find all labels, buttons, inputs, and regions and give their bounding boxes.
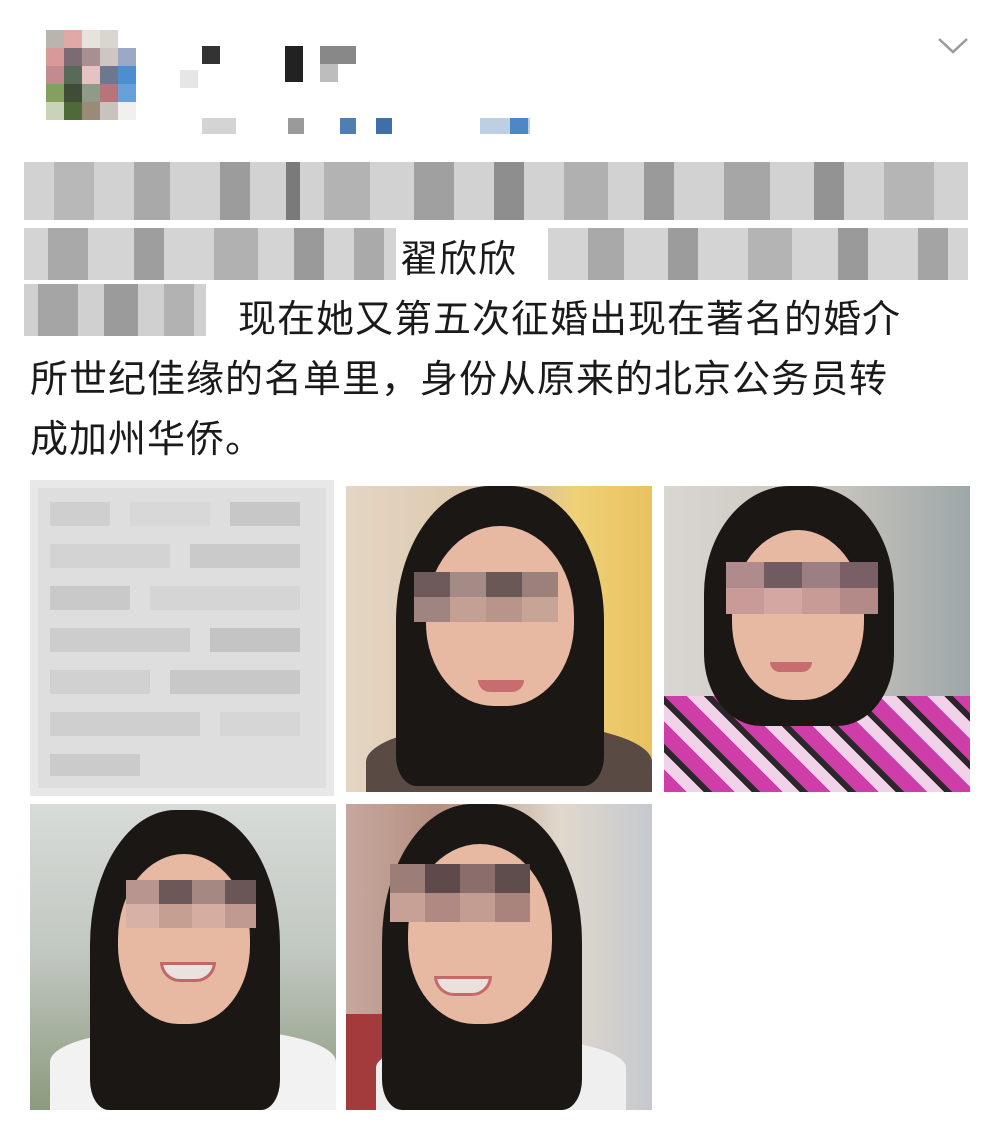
blurred-text-line-1 (24, 162, 968, 220)
post-text-line-4: 所世纪佳缘的名单里，身份从原来的北京公务员转 (30, 357, 889, 401)
user-avatar-icon[interactable] (46, 30, 152, 134)
selfie-photo-4[interactable] (346, 804, 652, 1110)
selfie-photo-2[interactable] (664, 486, 970, 792)
username-and-meta-blurred[interactable] (180, 40, 560, 140)
post-text-line-5: 成加州华侨。 (30, 417, 265, 461)
post-text-name: 翟欣欣 (400, 237, 518, 281)
weibo-post: 翟欣欣 现在她又第五次征婚出现在著名的婚介 所世纪佳缘的名单里，身份从原来的北京… (0, 0, 1000, 1138)
post-text-line-3: 现在她又第五次征婚出现在著名的婚介 (238, 297, 902, 341)
selfie-photo-1[interactable] (346, 486, 652, 792)
blurred-text-line-2b (548, 228, 968, 280)
selfie-photo-3[interactable] (30, 804, 336, 1110)
blurred-text-line-2a (24, 228, 396, 280)
chevron-down-icon[interactable] (936, 34, 970, 58)
blurred-text-line-3 (24, 284, 206, 336)
blurred-screenshot-image[interactable] (30, 480, 334, 796)
